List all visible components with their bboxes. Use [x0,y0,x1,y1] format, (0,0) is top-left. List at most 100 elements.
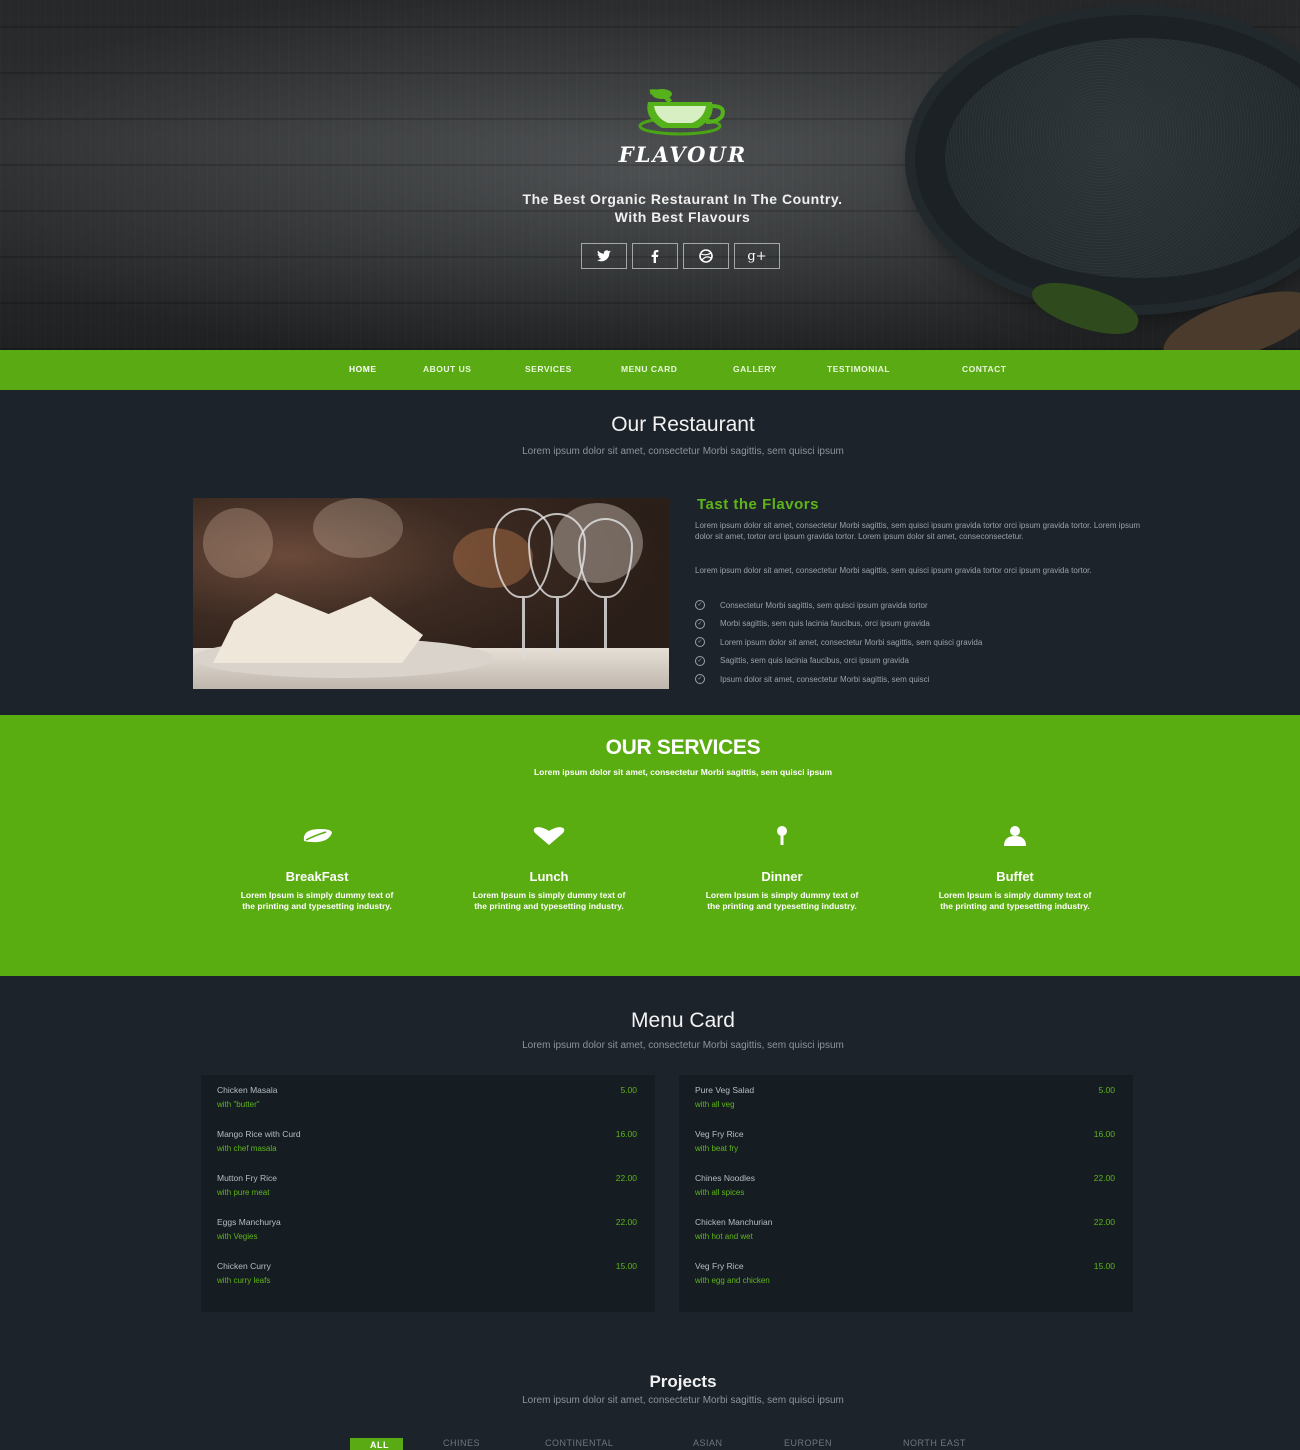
list-item-text: Morbi sagittis, sem quis lacinia faucibu… [720,619,930,629]
menu-column-right: Pure Veg Salad 5.00 with all veg Veg Fry… [679,1075,1133,1312]
check-circle-icon: ✓ [695,600,705,611]
flavors-paragraph-1: Lorem ipsum dolor sit amet, consectetur … [695,521,1141,541]
twitter-icon[interactable] [581,243,627,269]
menu-item[interactable]: Chines Noodles 22.00 with all spices [695,1173,1115,1203]
menu-item-name: Veg Fry Rice [695,1129,744,1139]
list-item-text: Consectetur Morbi sagittis, sem quisci i… [720,600,928,610]
menu-item-price: 22.00 [615,1173,637,1183]
nav-gallery[interactable]: GALLERY [733,364,777,374]
restaurant-title: Our Restaurant [611,413,755,436]
menu-item-name: Chicken Masala [217,1085,278,1095]
menu-item[interactable]: Mutton Fry Rice 22.00 with pure meat [217,1173,637,1203]
menu-item[interactable]: Pure Veg Salad 5.00 with all veg [695,1085,1115,1115]
service-breakfast[interactable]: BreakFast Lorem Ipsum is simply dummy te… [227,823,407,911]
service-name: BreakFast [285,869,349,884]
filter-continental[interactable]: CONTINENTAL [545,1438,613,1448]
user-icon [925,823,1105,849]
menu-item-subtitle: with all spices [695,1188,745,1197]
list-item: ✓ Morbi sagittis, sem quis lacinia faucib… [695,615,1160,634]
filter-chines[interactable]: CHINES [443,1438,480,1448]
filter-all[interactable]: ALL [350,1438,403,1450]
service-lunch[interactable]: Lunch Lorem Ipsum is simply dummy text o… [459,823,639,911]
social-links: g+ [581,243,780,269]
menu-item-subtitle: with egg and chicken [695,1276,770,1285]
dribbble-icon[interactable] [683,243,729,269]
pin-icon [692,823,872,849]
features-list: ✓ Consectetur Morbi sagittis, sem quisci … [695,596,1160,689]
list-item: ✓ Lorem ipsum dolor sit amet, consectetur… [695,633,1160,652]
menu-column-left: Chicken Masala 5.00 with "butter" Mango … [201,1075,655,1312]
list-item-text: Ipsum dolor sit amet, consectetur Morbi … [720,674,930,684]
menu-item-subtitle: with "butter" [217,1100,260,1109]
menu-item-price: 16.00 [1093,1129,1115,1139]
facebook-icon[interactable] [632,243,678,269]
menu-title: Menu Card [631,1009,735,1032]
hero-banner: FLAVOUR The Best Organic Restaurant In T… [0,0,1300,350]
service-description: Lorem Ipsum is simply dummy text of the … [705,890,859,911]
menu-item-subtitle: with beat fry [695,1144,739,1153]
menu-item-subtitle: with chef masala [217,1144,277,1153]
filter-north-east[interactable]: NORTH EAST [903,1438,966,1448]
menu-item-subtitle: with all veg [695,1100,735,1109]
logo-cup-icon[interactable] [600,88,760,144]
menu-item[interactable]: Eggs Manchurya 22.00 with Vegies [217,1217,637,1247]
list-item-text: Lorem ipsum dolor sit amet, consectetur … [720,637,983,647]
services-title: OUR SERVICES [605,736,761,759]
menu-item[interactable]: Chicken Manchurian 22.00 with hot and we… [695,1217,1115,1247]
restaurant-table-image [193,498,669,689]
nav-about-us[interactable]: ABOUT US [423,364,471,374]
menu-item[interactable]: Veg Fry Rice 16.00 with beat fry [695,1129,1115,1159]
flavors-heading: Tast the Flavors [697,496,819,513]
menu-subtitle: Lorem ipsum dolor sit amet, consectetur … [522,1040,844,1051]
menu-item-subtitle: with Vegies [217,1232,258,1241]
services-subtitle: Lorem ipsum dolor sit amet, consectetur … [533,767,833,777]
service-dinner[interactable]: Dinner Lorem Ipsum is simply dummy text … [692,823,872,911]
list-item: ✓ Ipsum dolor sit amet, consectetur Morbi… [695,670,1160,689]
menu-item-name: Veg Fry Rice [695,1261,744,1271]
project-filters: ALL CHINES CONTINENTAL ASIAN EUROPEN NOR… [0,1438,1300,1450]
menu-item-price: 22.00 [1093,1173,1115,1183]
menu-item-name: Chines Noodles [695,1173,756,1183]
restaurant-subtitle: Lorem ipsum dolor sit amet, consectetur … [522,446,844,457]
check-circle-icon: ✓ [695,637,705,648]
service-name: Lunch [529,869,569,884]
page: FLAVOUR The Best Organic Restaurant In T… [0,0,1300,1450]
filter-europen[interactable]: EUROPEN [784,1438,832,1448]
filter-asian[interactable]: ASIAN [693,1438,723,1448]
list-item-text: Sagittis, sem quis lacinia faucibus, orc… [720,656,909,666]
nav-menu-card[interactable]: MENU CARD [621,364,677,374]
tagline-line-1: The Best Organic Restaurant In The Count… [522,191,843,207]
service-description: Lorem Ipsum is simply dummy text of the … [472,890,626,911]
heart-icon [459,823,639,849]
flavors-paragraph-2: Lorem ipsum dolor sit amet, consectetur … [695,566,1092,575]
menu-item-price: 5.00 [1098,1085,1115,1095]
menu-item[interactable]: Chicken Curry 15.00 with curry leafs [217,1261,637,1291]
menu-item[interactable]: Mango Rice with Curd 16.00 with chef mas… [217,1129,637,1159]
menu-item[interactable]: Chicken Masala 5.00 with "butter" [217,1085,637,1115]
nav-services[interactable]: SERVICES [525,364,572,374]
menu-item-name: Pure Veg Salad [695,1085,755,1095]
menu-item-subtitle: with hot and wet [695,1232,753,1241]
nav-contact[interactable]: CONTACT [962,364,1006,374]
menu-item-price: 5.00 [620,1085,637,1095]
menu-item-subtitle: with pure meat [217,1188,270,1197]
list-item: ✓ Consectetur Morbi sagittis, sem quisci … [695,596,1160,615]
brand-name[interactable]: FLAVOUR [568,142,798,167]
menu-item-name: Eggs Manchurya [217,1217,281,1227]
menu-item-price: 15.00 [1093,1261,1115,1271]
list-item: ✓ Sagittis, sem quis lacinia faucibus, or… [695,652,1160,671]
service-buffet[interactable]: Buffet Lorem Ipsum is simply dummy text … [925,823,1105,911]
hero-tagline: The Best Organic Restaurant In The Count… [430,190,935,226]
service-name: Buffet [996,869,1034,884]
nav-home[interactable]: HOME [349,364,377,374]
menu-item[interactable]: Veg Fry Rice 15.00 with egg and chicken [695,1261,1115,1291]
google-plus-icon[interactable]: g+ [734,243,780,269]
projects-subtitle: Lorem ipsum dolor sit amet, consectetur … [522,1395,844,1406]
tagline-line-2: With Best Flavours [614,209,751,225]
menu-item-name: Chicken Manchurian [695,1217,773,1227]
projects-title: Projects [649,1372,717,1391]
menu-item-price: 16.00 [615,1129,637,1139]
nav-testimonial[interactable]: TESTIMONIAL [827,364,890,374]
service-description: Lorem Ipsum is simply dummy text of the … [938,890,1092,911]
menu-item-name: Chicken Curry [217,1261,271,1271]
